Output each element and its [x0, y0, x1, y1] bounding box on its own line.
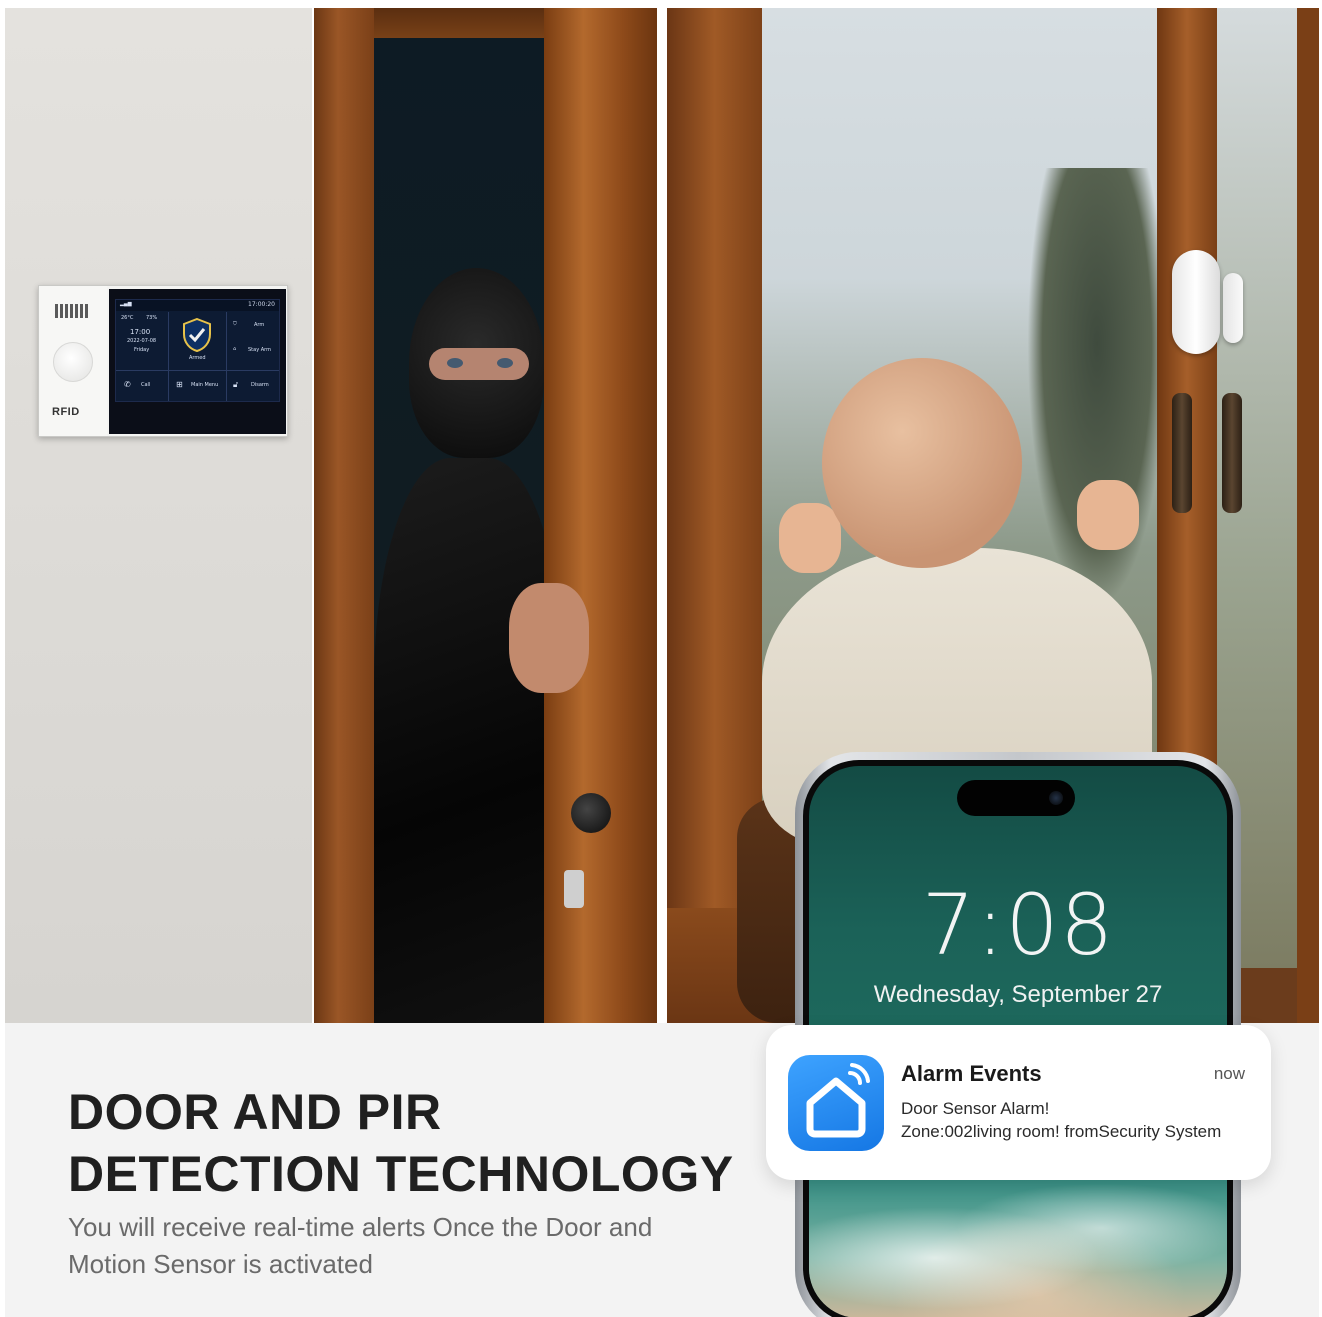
lock-icon: 🔓︎	[233, 380, 239, 389]
device-date: 2022-07-08	[127, 338, 157, 344]
device-humidity: 73%	[146, 315, 158, 321]
device-temperature: 26°C	[121, 315, 134, 321]
main-menu-icon: ⊞	[176, 380, 183, 389]
window-handle-right	[1222, 393, 1242, 513]
device-screen: ▂▄▆ 17:00:20 26°C 73% 17:00 2022-07-08 F…	[109, 289, 286, 434]
dynamic-island	[957, 780, 1075, 816]
door-sensor-main-unit	[1172, 250, 1220, 354]
signal-icon: ▂▄▆	[120, 301, 132, 307]
smart-home-icon	[806, 1063, 870, 1138]
feature-description: You will receive real-time alerts Once t…	[68, 1212, 653, 1279]
intruder-hand	[509, 583, 589, 693]
device-status-time: 17:00:20	[248, 301, 275, 308]
stay-arm-label: Stay Arm	[248, 347, 272, 353]
headline-line-2: DETECTION TECHNOLOGY	[68, 1146, 734, 1202]
rfid-reader-button	[53, 342, 93, 382]
wallpaper-waves	[809, 1168, 1227, 1317]
disarm-label: Disarm	[251, 382, 269, 388]
rfid-label: RFID	[52, 406, 80, 418]
doorknob	[571, 793, 611, 833]
window-frame-right	[1297, 8, 1319, 1023]
arm-label: Arm	[254, 322, 265, 328]
intruder-body	[374, 458, 564, 1023]
call-label: Call	[141, 382, 151, 388]
door-header	[374, 8, 544, 40]
door-sensor-magnet	[1223, 273, 1243, 343]
front-camera-icon	[1049, 791, 1063, 805]
arm-icon: ⛉	[233, 321, 237, 327]
door-frame	[314, 8, 374, 1023]
lock-screen-time: 7:08	[921, 876, 1115, 974]
door-leaf	[544, 8, 657, 1023]
baby-head	[822, 358, 1022, 568]
notification-message-line-1: Door Sensor Alarm!	[901, 1099, 1050, 1118]
alarm-control-panel: RFID ▂▄▆ 17:00:20 26°C 73% 17:00 2022-07…	[38, 285, 288, 437]
baby-hand-right	[1077, 480, 1139, 550]
door-latch-plate	[564, 870, 584, 908]
door-intruder-photo	[314, 8, 657, 1023]
wall-photo-panel: RFID ▂▄▆ 17:00:20 26°C 73% 17:00 2022-07…	[5, 8, 312, 1023]
intruder-eyes	[429, 348, 529, 380]
headline: DOOR AND PIR DETECTION TECHNOLOGY	[68, 1081, 734, 1205]
headline-line-1: DOOR AND PIR	[68, 1084, 442, 1140]
baby-hand-left	[779, 503, 841, 573]
device-weekday: Friday	[134, 347, 150, 353]
device-front-plate: RFID	[39, 286, 107, 436]
device-screen-ui: ▂▄▆ 17:00:20 26°C 73% 17:00 2022-07-08 F…	[115, 299, 280, 402]
shield-check-icon	[183, 318, 211, 352]
stay-arm-icon: ⌂	[233, 346, 237, 352]
device-status-label: Armed	[189, 355, 206, 361]
speaker-grille	[55, 304, 89, 318]
smart-home-app-icon	[788, 1055, 884, 1151]
device-status-bar: ▂▄▆ 17:00:20	[116, 300, 279, 311]
lock-screen-date: Wednesday, September 27	[873, 981, 1163, 1008]
alarm-notification[interactable]: Alarm Events now Door Sensor Alarm! Zone…	[766, 1025, 1271, 1180]
device-clock: 17:00	[130, 328, 151, 336]
notification-title: Alarm Events	[901, 1061, 1042, 1086]
notification-message-line-2: Zone:002living room! fromSecurity System	[901, 1122, 1222, 1141]
main-menu-label: Main Menu	[191, 382, 219, 388]
window-handle-left	[1172, 393, 1192, 513]
phone-icon: ✆	[124, 380, 131, 389]
notification-time: now	[1213, 1064, 1245, 1083]
